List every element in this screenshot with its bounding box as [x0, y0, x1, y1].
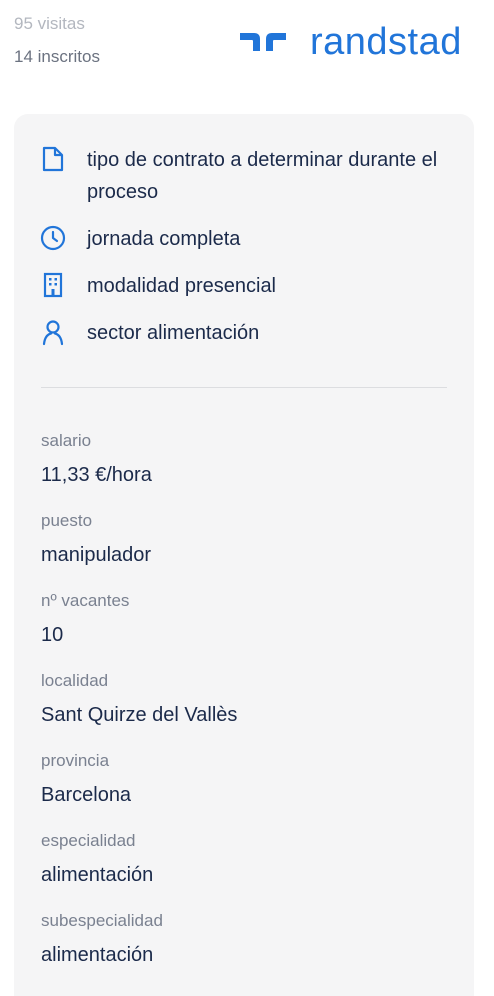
feature-modality: modalidad presencial [40, 270, 450, 302]
detail-label: provincia [41, 751, 110, 770]
randstad-logo-icon [240, 33, 286, 51]
feature-contract-type: tipo de contrato a determinar durante el… [40, 144, 450, 208]
detail-value: alimentación [41, 864, 154, 886]
detail-vacancies: nº vacantes 10 [41, 590, 451, 670]
clock-icon [40, 225, 66, 251]
details-list: salario 11,33 €/hora puesto manipulador … [41, 430, 451, 990]
job-offer-page: 95 visitas 14 inscritos randstad tipo de… [0, 0, 494, 996]
detail-specialty: especialidad alimentación [41, 830, 451, 910]
feature-sector: sector alimentación [40, 317, 450, 349]
detail-province: provincia Barcelona [41, 750, 451, 830]
feature-workday-text: jornada completa [87, 228, 241, 250]
detail-label: puesto [41, 511, 93, 530]
detail-salary: salario 11,33 €/hora [41, 430, 451, 510]
detail-label: especialidad [41, 831, 136, 850]
visits-count: 95 visitas [14, 14, 85, 33]
detail-position: puesto manipulador [41, 510, 451, 590]
detail-label: subespecialidad [41, 911, 163, 930]
randstad-logo[interactable]: randstad [238, 22, 462, 62]
detail-locality: localidad Sant Quirze del Vallès [41, 670, 451, 750]
logo-wordmark: randstad [310, 21, 462, 63]
feature-workday: jornada completa [40, 223, 450, 255]
detail-value: Sant Quirze del Vallès [41, 704, 238, 726]
detail-value: 11,33 €/hora [41, 464, 152, 486]
detail-label: salario [41, 431, 92, 450]
detail-subspecialty: subespecialidad alimentación [41, 910, 451, 990]
feature-contract-type-text: tipo de contrato a determinar durante el… [87, 149, 438, 203]
offer-stats: 95 visitas 14 inscritos [14, 12, 100, 69]
detail-value: Barcelona [41, 784, 132, 806]
detail-label: nº vacantes [41, 591, 130, 610]
detail-value: manipulador [41, 544, 152, 566]
detail-value: 10 [41, 624, 64, 646]
detail-label: localidad [41, 671, 109, 690]
offer-details-card: tipo de contrato a determinar durante el… [14, 114, 474, 996]
feature-list: tipo de contrato a determinar durante el… [40, 144, 450, 364]
detail-value: alimentación [41, 944, 154, 966]
feature-modality-text: modalidad presencial [87, 275, 277, 297]
person-icon [42, 320, 64, 346]
feature-sector-text: sector alimentación [87, 322, 260, 344]
document-icon [42, 146, 64, 172]
section-divider [41, 387, 447, 388]
inscribed-count: 14 inscritos [14, 47, 100, 66]
building-icon [43, 272, 63, 298]
